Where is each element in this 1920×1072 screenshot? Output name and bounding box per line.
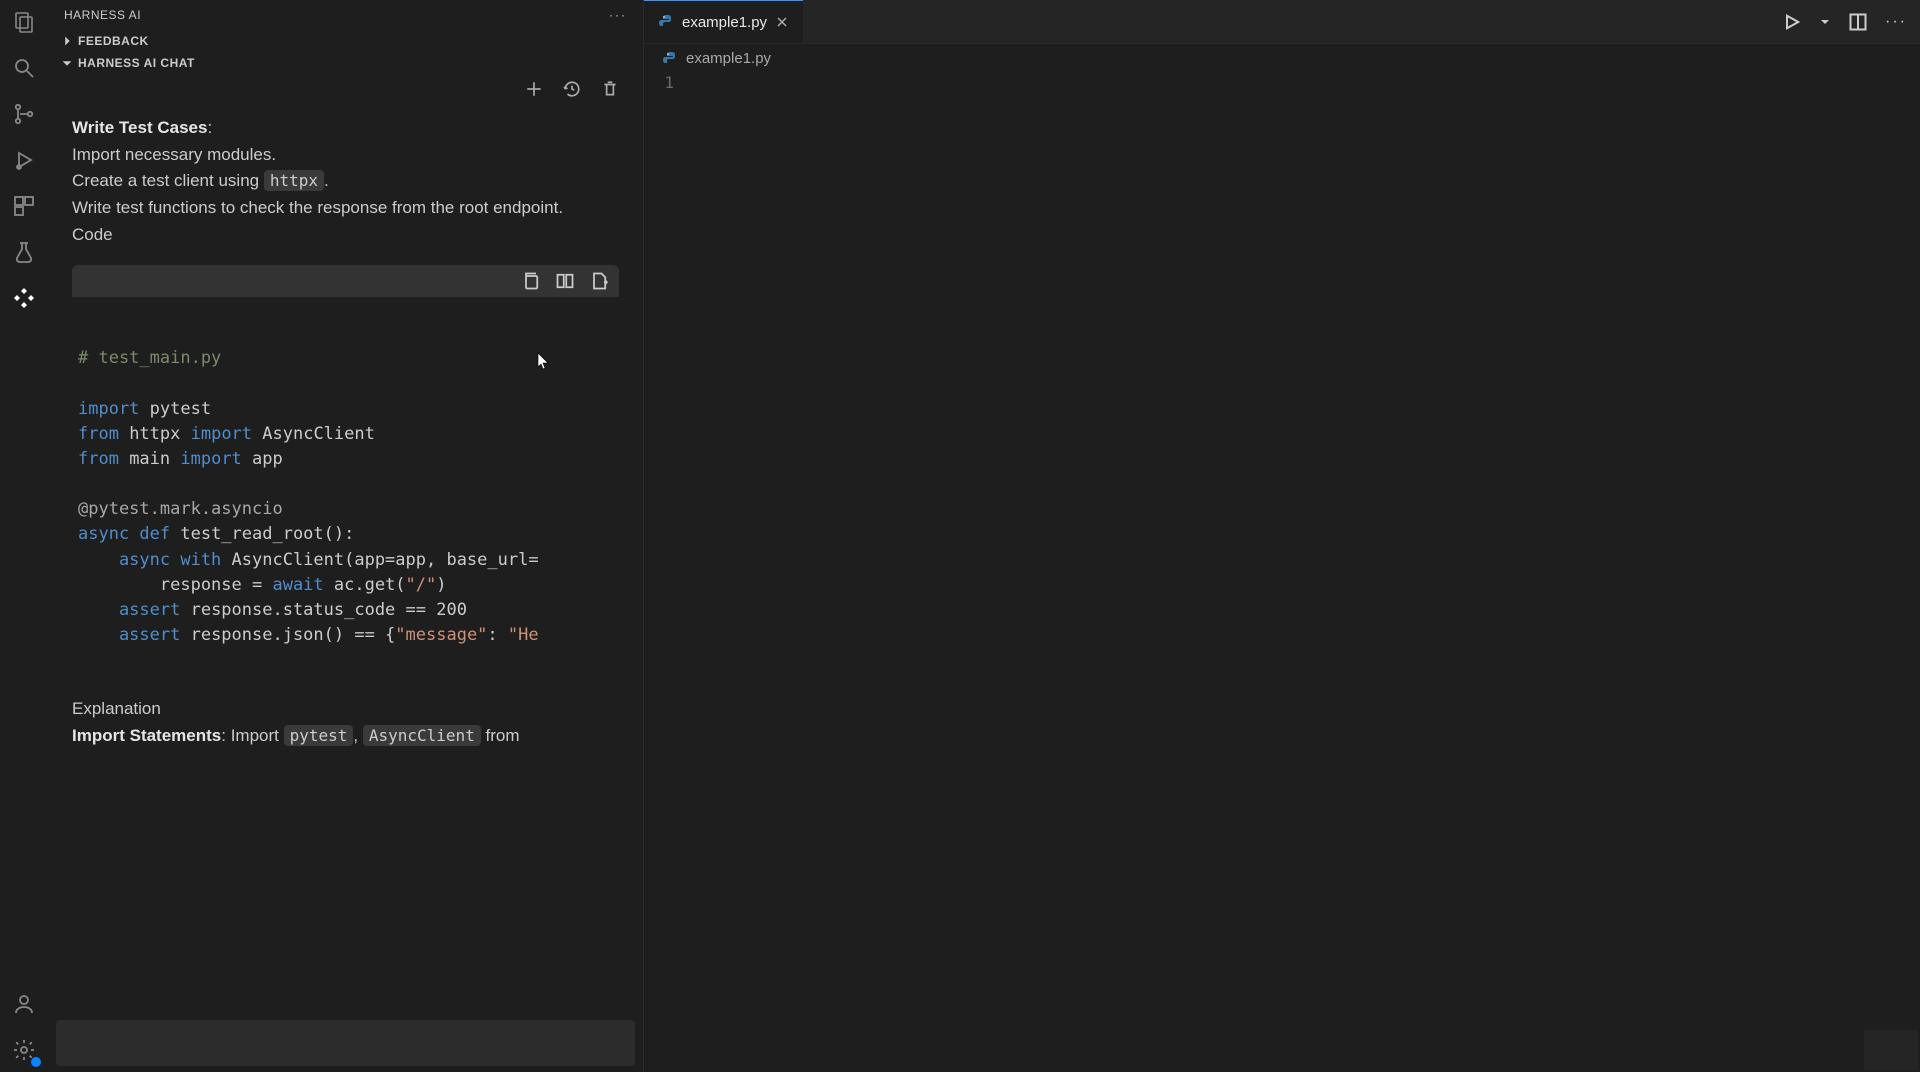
breadcrumb[interactable]: example1.py	[644, 44, 1920, 73]
editor-actions: ···	[1782, 12, 1920, 32]
tab-bar: example1.py ···	[644, 0, 1920, 44]
editor-group: example1.py ··· example1.py 1	[644, 0, 1920, 1072]
source-control-icon[interactable]	[10, 100, 38, 128]
inline-code: pytest	[284, 725, 354, 746]
harness-icon[interactable]	[10, 284, 38, 312]
code-toolbar	[72, 265, 619, 297]
sync-badge-icon	[30, 1056, 42, 1068]
python-file-icon	[658, 14, 674, 30]
explorer-icon[interactable]	[10, 8, 38, 36]
section-feedback[interactable]: FEEDBACK	[48, 30, 643, 52]
close-icon[interactable]	[775, 15, 789, 29]
new-file-icon[interactable]	[589, 271, 609, 291]
chat-body[interactable]: Write Test Cases: Import necessary modul…	[48, 104, 643, 1014]
settings-icon[interactable]	[10, 1036, 38, 1064]
inline-code: httpx	[264, 170, 324, 191]
sidebar-panel: HARNESS AI ··· FEEDBACK HARNESS AI CHAT …	[48, 0, 644, 1072]
minimap[interactable]	[1864, 1030, 1918, 1070]
explanation-heading: Explanation	[72, 697, 619, 722]
history-icon[interactable]	[563, 80, 581, 98]
msg-heading: Write Test Cases	[72, 118, 207, 137]
activity-bar	[0, 0, 48, 1072]
copy-icon[interactable]	[521, 271, 541, 291]
chat-explanation: Explanation Import Statements: Import py…	[72, 697, 619, 748]
inline-code: AsyncClient	[363, 725, 481, 746]
run-icon[interactable]	[1782, 12, 1802, 32]
chevron-down-icon	[60, 56, 74, 70]
explanation-line: Import Statements: Import pytest, AsyncC…	[72, 724, 619, 749]
chat-input-wrap	[48, 1014, 643, 1072]
chevron-right-icon	[60, 34, 74, 48]
more-icon[interactable]: ···	[609, 8, 627, 22]
breadcrumb-label: example1.py	[686, 50, 771, 67]
msg-line: Write test functions to check the respon…	[72, 196, 619, 221]
split-editor-icon[interactable]	[1848, 12, 1868, 32]
msg-line: Code	[72, 223, 619, 248]
tab-label: example1.py	[682, 14, 767, 31]
accounts-icon[interactable]	[10, 990, 38, 1018]
testing-icon[interactable]	[10, 238, 38, 266]
chat-toolbar	[48, 74, 643, 104]
run-debug-icon[interactable]	[10, 146, 38, 174]
sidebar-title-row: HARNESS AI ···	[48, 0, 643, 30]
run-dropdown-icon[interactable]	[1820, 12, 1830, 32]
new-chat-icon[interactable]	[525, 80, 543, 98]
insert-icon[interactable]	[555, 271, 575, 291]
section-chat[interactable]: HARNESS AI CHAT	[48, 52, 643, 74]
more-icon[interactable]: ···	[1886, 12, 1906, 32]
msg-line: Import necessary modules.	[72, 143, 619, 168]
chat-input[interactable]	[56, 1020, 635, 1066]
sidebar-title: HARNESS AI	[64, 8, 141, 22]
gutter: 1	[644, 73, 694, 1072]
delete-icon[interactable]	[601, 80, 619, 98]
tab-example1[interactable]: example1.py	[644, 0, 803, 43]
extensions-icon[interactable]	[10, 192, 38, 220]
msg-line: Create a test client using httpx.	[72, 169, 619, 194]
line-number: 1	[644, 73, 674, 92]
search-icon[interactable]	[10, 54, 38, 82]
section-chat-label: HARNESS AI CHAT	[78, 56, 195, 70]
section-feedback-label: FEEDBACK	[78, 34, 149, 48]
code-editor[interactable]: 1	[644, 73, 1920, 1072]
python-file-icon	[662, 51, 678, 67]
code-block[interactable]: # test_main.py import pytest from httpx …	[72, 297, 619, 685]
chat-message: Write Test Cases: Import necessary modul…	[72, 116, 619, 247]
